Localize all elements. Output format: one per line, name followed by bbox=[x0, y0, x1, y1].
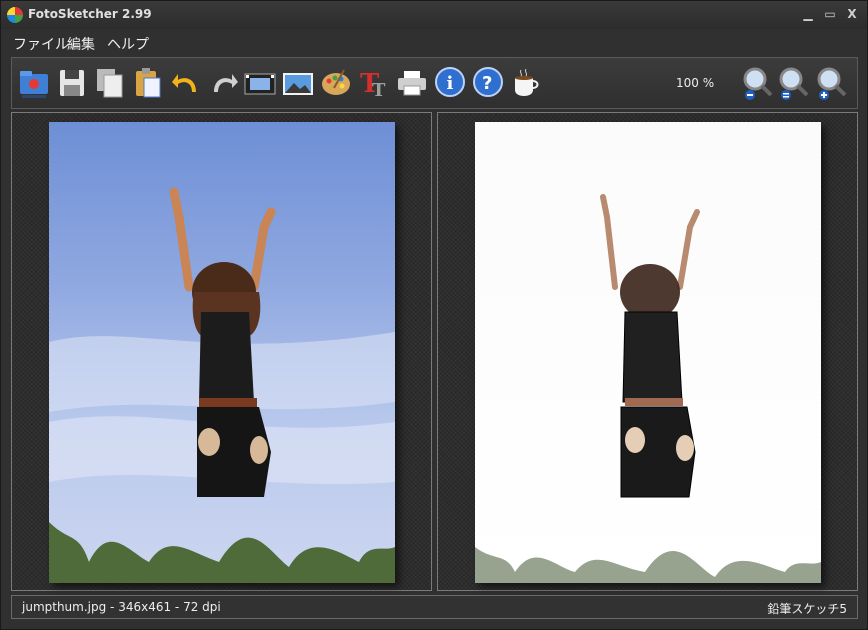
effect-name-text: 鉛筆スケッチ5 bbox=[767, 602, 847, 616]
close-button[interactable]: X bbox=[843, 6, 861, 22]
original-photo bbox=[49, 122, 395, 583]
svg-text:i: i bbox=[447, 73, 454, 94]
file-info-text: jumpthum.jpg - 346x461 - 72 dpi bbox=[22, 600, 221, 614]
print-icon[interactable] bbox=[396, 66, 428, 100]
text-icon[interactable]: TT bbox=[358, 66, 390, 100]
maximize-button[interactable]: ▭ bbox=[821, 6, 839, 22]
paste-icon[interactable] bbox=[132, 66, 164, 100]
menu-file[interactable]: ファイル bbox=[13, 34, 69, 54]
toolbar: TT i ? 100 % bbox=[11, 57, 858, 109]
minimize-button[interactable]: ▁ bbox=[799, 6, 817, 22]
zoom-out-icon[interactable] bbox=[742, 66, 774, 100]
zoom-in-icon[interactable] bbox=[816, 66, 848, 100]
sketch-photo bbox=[475, 122, 821, 583]
sketch-image-pane[interactable] bbox=[437, 112, 858, 591]
original-image-pane[interactable] bbox=[11, 112, 432, 591]
menu-edit[interactable]: 編集 bbox=[67, 34, 95, 54]
menu-bar: ファイル 編集 ヘルプ bbox=[1, 29, 867, 55]
zoom-level: 100 % bbox=[676, 76, 715, 90]
palette-icon[interactable] bbox=[320, 66, 352, 100]
image-icon[interactable] bbox=[282, 66, 314, 100]
help-icon[interactable]: ? bbox=[472, 66, 504, 100]
window-title: FotoSketcher 2.99 bbox=[28, 7, 152, 21]
title-bar[interactable]: FotoSketcher 2.99 ▁ ▭ X bbox=[1, 1, 867, 29]
redo-icon[interactable] bbox=[208, 66, 240, 100]
open-icon[interactable] bbox=[18, 66, 50, 100]
zoom-actual-icon[interactable] bbox=[778, 66, 810, 100]
coffee-icon[interactable] bbox=[510, 66, 542, 100]
copy-icon[interactable] bbox=[94, 66, 126, 100]
app-logo-icon bbox=[7, 7, 23, 23]
app-window: FotoSketcher 2.99 ▁ ▭ X ファイル 編集 ヘルプ T T … bbox=[0, 0, 868, 630]
svg-text:T: T bbox=[372, 80, 386, 100]
save-icon[interactable] bbox=[56, 66, 88, 100]
undo-icon[interactable] bbox=[170, 66, 202, 100]
filmstrip-icon[interactable] bbox=[244, 66, 276, 100]
status-bar: jumpthum.jpg - 346x461 - 72 dpi 鉛筆スケッチ5 bbox=[11, 595, 858, 619]
info-icon[interactable]: i bbox=[434, 66, 466, 100]
menu-help[interactable]: ヘルプ bbox=[107, 34, 149, 54]
svg-text:?: ? bbox=[482, 73, 492, 94]
